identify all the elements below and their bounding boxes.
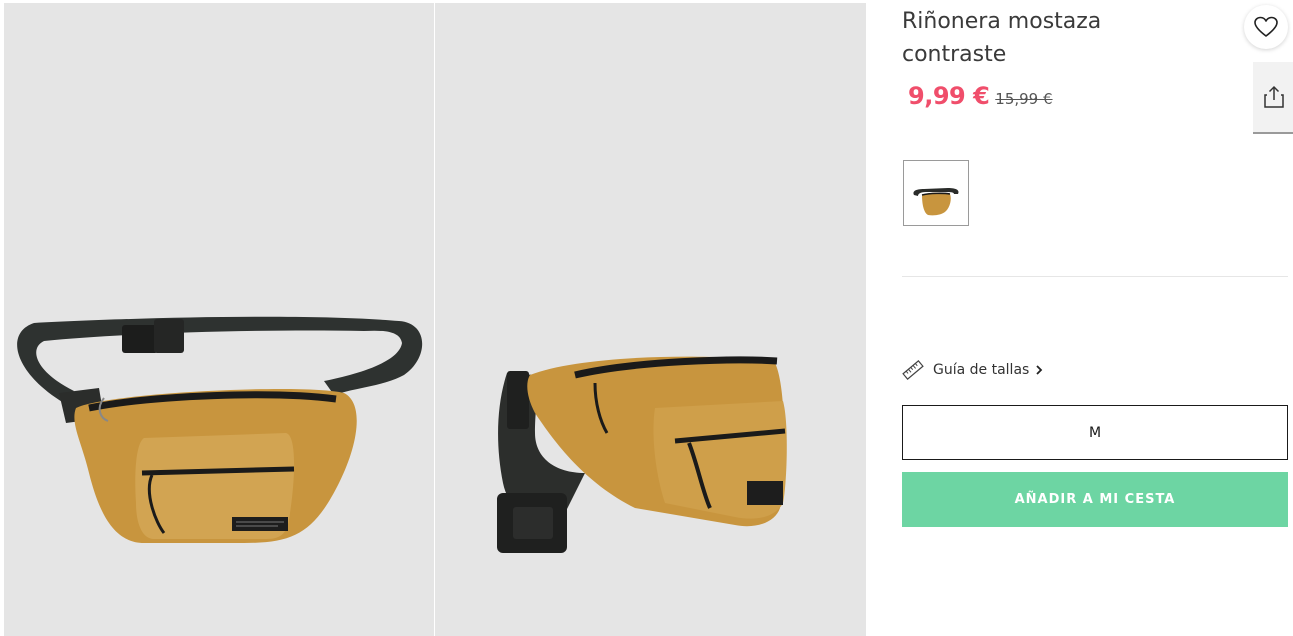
size-guide-link[interactable]: Guía de tallas xyxy=(902,358,1043,382)
bag-front-illustration xyxy=(17,316,423,543)
section-divider xyxy=(902,276,1288,277)
price-row: 9,99 € 15,99 € xyxy=(908,82,1053,110)
heart-icon xyxy=(1254,16,1278,37)
product-photo-front[interactable] xyxy=(4,3,434,636)
size-selected-value: M xyxy=(1088,424,1102,441)
ruler-icon xyxy=(902,360,924,380)
product-info-panel: Riñonera mostaza contraste 9,99 € 15,99 … xyxy=(902,0,1293,636)
favorite-button[interactable] xyxy=(1244,5,1288,49)
color-swatch-mustard[interactable] xyxy=(903,160,969,226)
size-guide-label: Guía de tallas xyxy=(933,362,1030,378)
product-photo-side[interactable] xyxy=(435,3,866,636)
add-to-cart-label: AÑADIR A MI CESTA xyxy=(1014,492,1176,507)
add-to-cart-button[interactable]: AÑADIR A MI CESTA xyxy=(902,472,1288,527)
product-title: Riñonera mostaza contraste xyxy=(902,9,1102,67)
price-current: 9,99 € xyxy=(908,82,990,110)
share-icon xyxy=(1264,85,1284,108)
bag-side-illustration xyxy=(497,356,787,553)
product-gallery xyxy=(4,3,866,636)
chevron-right-icon xyxy=(1035,365,1043,375)
share-button[interactable] xyxy=(1253,62,1293,134)
swatch-thumbnail xyxy=(913,188,959,216)
price-original: 15,99 € xyxy=(995,90,1053,108)
size-selector[interactable]: M xyxy=(902,405,1288,460)
